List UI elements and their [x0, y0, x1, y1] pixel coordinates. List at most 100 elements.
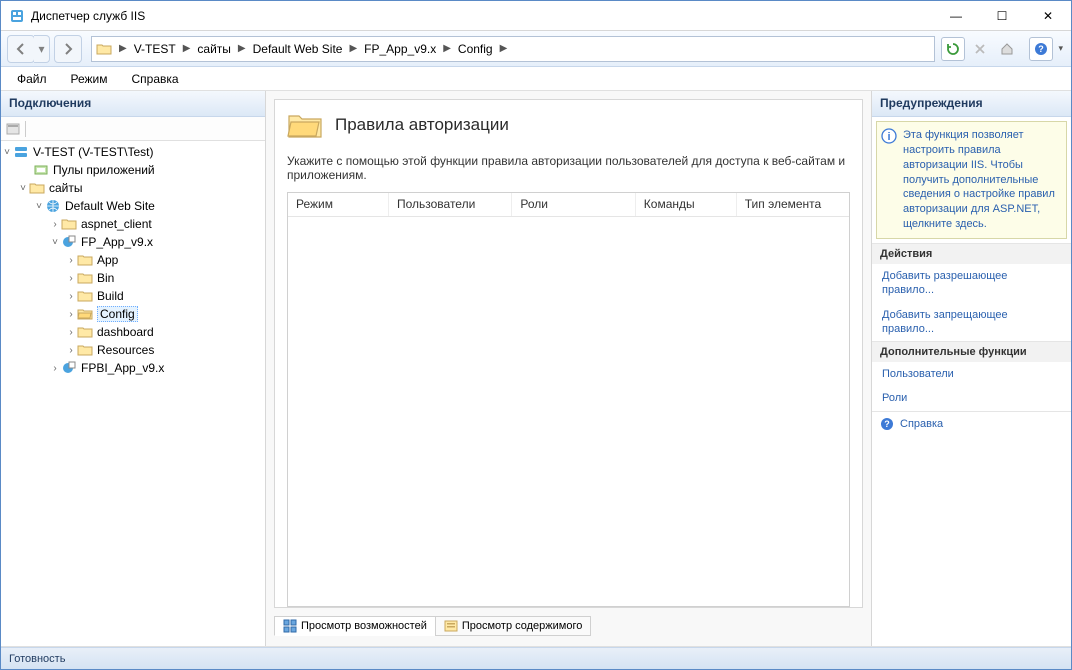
tree-item-aspnet-client[interactable]: › aspnet_client [1, 215, 265, 233]
connections-panel: Подключения ˅ V-TEST (V-TEST\Test) Пулы … [1, 91, 266, 646]
refresh-button[interactable] [941, 37, 965, 61]
tree-root[interactable]: ˅ V-TEST (V-TEST\Test) [1, 143, 265, 161]
roles-link[interactable]: Роли [872, 386, 1071, 410]
expand-icon[interactable]: › [65, 327, 77, 338]
titlebar: Диспетчер служб IIS — ☐ ✕ [1, 1, 1071, 31]
folder-open-icon [77, 306, 93, 322]
minimize-button[interactable]: — [933, 1, 979, 31]
column-header[interactable]: Тип элемента [737, 193, 849, 216]
connections-toolbar [1, 117, 265, 141]
menu-file[interactable]: Файл [7, 69, 57, 89]
tree-item-fpbi-app[interactable]: › FPBI_App_v9.x [1, 359, 265, 377]
dropdown-icon[interactable]: ▾ [1056, 43, 1065, 54]
tree-label: сайты [49, 181, 83, 195]
tree-label: Config [97, 306, 138, 322]
expand-icon[interactable]: › [49, 363, 61, 374]
tree-label: Build [97, 289, 124, 303]
folder-icon [29, 180, 45, 196]
folder-icon [77, 270, 93, 286]
svg-text:i: i [887, 131, 890, 143]
add-allow-rule-link[interactable]: Добавить разрешающее правило... [872, 264, 1071, 303]
chevron-right-icon: ▶ [180, 43, 194, 54]
content-view-icon [444, 619, 458, 633]
expand-icon[interactable]: › [65, 291, 77, 302]
rules-grid[interactable]: Режим Пользователи Роли Команды Тип элем… [287, 192, 850, 607]
back-menu-button[interactable]: ▾ [34, 35, 50, 63]
folder-icon [77, 252, 93, 268]
statusbar: Готовность [1, 647, 1071, 669]
chevron-right-icon: ▶ [116, 43, 130, 54]
home-button[interactable] [995, 37, 1019, 61]
column-header[interactable]: Команды [636, 193, 737, 216]
add-connection-icon[interactable] [5, 121, 21, 137]
tree-item-fp-app[interactable]: ˅ FP_App_v9.x [1, 233, 265, 251]
tab-label: Просмотр возможностей [301, 620, 427, 632]
breadcrumb[interactable]: ▶ V-TEST▶ сайты▶ Default Web Site▶ FP_Ap… [91, 36, 935, 62]
users-link[interactable]: Пользователи [872, 362, 1071, 386]
tree-item[interactable]: › App [1, 251, 265, 269]
tree-label: Resources [97, 343, 154, 357]
menu-help[interactable]: Справка [122, 69, 189, 89]
tree-item-app-pools[interactable]: Пулы приложений [1, 161, 265, 179]
tree-item[interactable]: › Bin [1, 269, 265, 287]
related-features-header: Дополнительные функции [872, 342, 1071, 362]
chevron-right-icon: ▶ [440, 43, 454, 54]
svg-text:?: ? [1039, 44, 1045, 54]
status-text: Готовность [9, 653, 65, 665]
actions-header: Действия [872, 244, 1071, 264]
expand-icon[interactable]: › [49, 219, 61, 230]
folder-icon [61, 216, 77, 232]
server-icon [13, 144, 29, 160]
tree-item[interactable]: › Build [1, 287, 265, 305]
connections-tree[interactable]: ˅ V-TEST (V-TEST\Test) Пулы приложений ˅… [1, 141, 265, 646]
breadcrumb-item[interactable]: Default Web Site [249, 42, 347, 56]
column-header[interactable]: Режим [288, 193, 389, 216]
tree-item[interactable]: › dashboard [1, 323, 265, 341]
forward-button[interactable] [54, 35, 82, 63]
tree-label: App [97, 253, 118, 267]
chevron-right-icon: ▶ [497, 43, 511, 54]
breadcrumb-item[interactable]: V-TEST [130, 42, 180, 56]
expand-icon[interactable]: › [65, 345, 77, 356]
breadcrumb-item[interactable]: сайты [193, 42, 235, 56]
column-header[interactable]: Пользователи [389, 193, 512, 216]
features-view-icon [283, 619, 297, 633]
breadcrumb-item[interactable]: Config [454, 42, 497, 56]
add-deny-rule-link[interactable]: Добавить запрещающее правило... [872, 303, 1071, 342]
nav-row: ▾ ▶ V-TEST▶ сайты▶ Default Web Site▶ FP_… [1, 31, 1071, 67]
actions-panel: Предупреждения i Эта функция позволяет н… [871, 91, 1071, 646]
maximize-button[interactable]: ☐ [979, 1, 1025, 31]
column-header[interactable]: Роли [512, 193, 635, 216]
help-button[interactable]: ? [1029, 37, 1053, 61]
tree-label: dashboard [97, 325, 154, 339]
back-button[interactable] [7, 35, 35, 63]
tree-item-sites[interactable]: ˅ сайты [1, 179, 265, 197]
tab-content-view[interactable]: Просмотр содержимого [435, 616, 592, 636]
grid-header: Режим Пользователи Роли Команды Тип элем… [288, 193, 849, 217]
folder-icon [96, 41, 112, 57]
warnings-header: Предупреждения [872, 91, 1071, 117]
help-link[interactable]: ? Справка [872, 412, 1071, 436]
page-title: Правила авторизации [335, 115, 509, 135]
expand-icon[interactable]: › [65, 309, 77, 320]
tree-item[interactable]: › Resources [1, 341, 265, 359]
tree-label: FP_App_v9.x [81, 235, 153, 249]
tree-label: aspnet_client [81, 217, 152, 231]
collapse-icon[interactable]: ˅ [49, 237, 61, 248]
folder-icon [77, 324, 93, 340]
cancel-button [968, 37, 992, 61]
collapse-icon[interactable]: ˅ [33, 201, 45, 212]
info-box[interactable]: i Эта функция позволяет настроить правил… [876, 121, 1067, 239]
close-button[interactable]: ✕ [1025, 1, 1071, 31]
expand-icon[interactable]: › [65, 255, 77, 266]
expand-icon[interactable]: › [65, 273, 77, 284]
breadcrumb-item[interactable]: FP_App_v9.x [360, 42, 440, 56]
menu-mode[interactable]: Режим [61, 69, 118, 89]
collapse-icon[interactable]: ˅ [17, 183, 29, 194]
tree-item-config[interactable]: › Config [1, 305, 265, 323]
collapse-icon[interactable]: ˅ [1, 147, 13, 158]
view-switcher: Просмотр возможностей Просмотр содержимо… [274, 614, 863, 638]
tree-item-default-web-site[interactable]: ˅ Default Web Site [1, 197, 265, 215]
tab-features-view[interactable]: Просмотр возможностей [274, 616, 436, 636]
info-text: Эта функция позволяет настроить правила … [903, 129, 1055, 230]
